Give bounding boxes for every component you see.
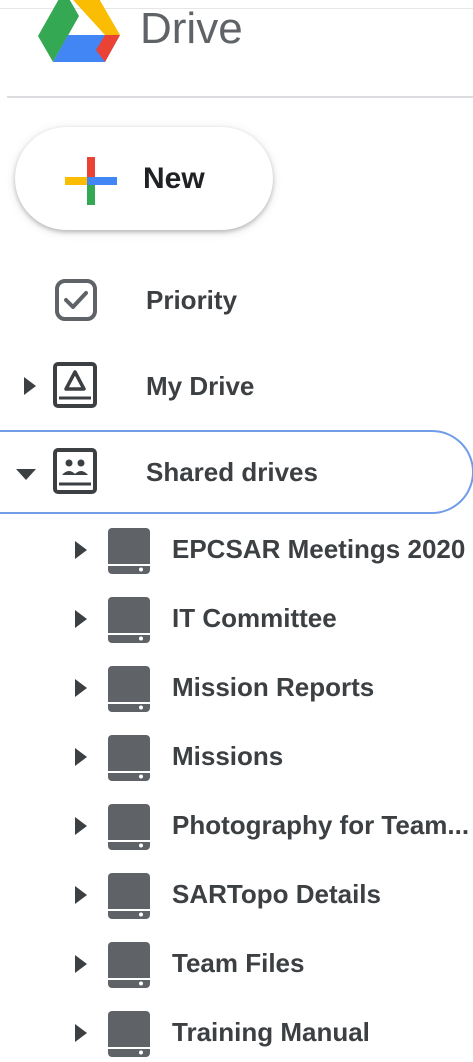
shared-drive-item[interactable]: Mission Reports bbox=[0, 659, 473, 717]
shared-drive-icon bbox=[108, 597, 150, 643]
shared-drive-icon bbox=[108, 1011, 150, 1057]
shared-drive-label: SARTopo Details bbox=[172, 879, 381, 909]
caret-right-icon[interactable] bbox=[72, 814, 90, 838]
nav-item-my-drive[interactable]: My Drive bbox=[0, 356, 473, 416]
shared-drive-label: Mission Reports bbox=[172, 672, 375, 702]
priority-checkbox-icon bbox=[55, 279, 97, 321]
shared-drive-label: Photography for Team... bbox=[172, 810, 470, 840]
nav-item-priority-label: Priority bbox=[146, 285, 238, 315]
shared-drive-item[interactable]: Photography for Team... bbox=[0, 797, 473, 855]
caret-right-icon[interactable] bbox=[72, 1021, 90, 1045]
shared-drive-item[interactable]: IT Committee bbox=[0, 590, 473, 648]
nav-item-shared-drives-label: Shared drives bbox=[146, 457, 318, 487]
shared-drive-label: Team Files bbox=[172, 948, 305, 978]
shared-drive-icon bbox=[108, 666, 150, 712]
shared-drive-item[interactable]: EPCSAR Meetings 2020 bbox=[0, 521, 473, 579]
app-brand-title: Drive bbox=[140, 4, 243, 53]
shared-drive-icon bbox=[108, 873, 150, 919]
new-button-label: New bbox=[143, 162, 205, 195]
my-drive-icon bbox=[53, 362, 97, 408]
caret-right-icon[interactable] bbox=[72, 952, 90, 976]
caret-right-icon[interactable] bbox=[72, 607, 90, 631]
shared-drive-item[interactable]: Missions bbox=[0, 728, 473, 786]
shared-drive-icon bbox=[108, 804, 150, 850]
shared-drive-item[interactable]: SARTopo Details bbox=[0, 866, 473, 924]
plus-icon bbox=[65, 157, 117, 205]
nav-item-my-drive-label: My Drive bbox=[146, 371, 255, 401]
shared-drives-icon bbox=[53, 448, 97, 494]
shared-drive-icon bbox=[108, 528, 150, 574]
google-drive-logo-icon[interactable] bbox=[38, 0, 120, 62]
shared-drive-icon bbox=[108, 735, 150, 781]
shared-drive-icon bbox=[108, 942, 150, 988]
shared-drive-label: EPCSAR Meetings 2020 bbox=[172, 534, 466, 564]
caret-right-icon[interactable] bbox=[72, 745, 90, 769]
shared-drive-item[interactable]: Team Files bbox=[0, 935, 473, 993]
shared-drive-label: IT Committee bbox=[172, 603, 337, 633]
caret-down-icon[interactable] bbox=[14, 462, 38, 486]
nav-item-shared-drives[interactable]: Shared drives bbox=[0, 442, 473, 502]
nav-item-priority[interactable]: Priority bbox=[0, 270, 473, 330]
caret-right-icon[interactable] bbox=[72, 538, 90, 562]
shared-drive-label: Missions bbox=[172, 741, 284, 771]
header-divider bbox=[7, 96, 473, 98]
new-button[interactable]: New bbox=[15, 127, 273, 230]
shared-drive-item[interactable]: Training Manual bbox=[0, 1004, 473, 1062]
shared-drive-label: Training Manual bbox=[172, 1017, 370, 1047]
caret-right-icon[interactable] bbox=[72, 883, 90, 907]
caret-right-icon[interactable] bbox=[18, 374, 42, 398]
caret-right-icon[interactable] bbox=[72, 676, 90, 700]
